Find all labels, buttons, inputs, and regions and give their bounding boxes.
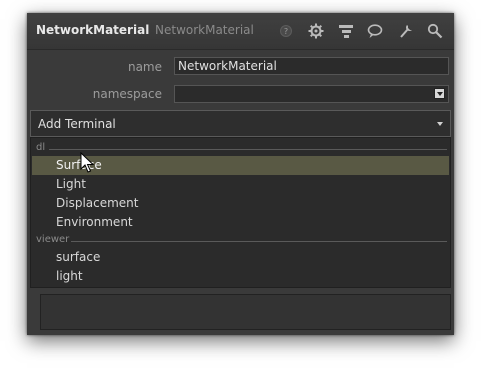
hierarchy-icon[interactable] [337,22,355,40]
menu-item-light[interactable]: Light [32,175,449,194]
node-type-label: NetworkMaterial [155,23,254,37]
name-field-value: NetworkMaterial [178,59,277,73]
search-icon[interactable] [426,22,444,40]
menu-item-surface[interactable]: Surface [32,156,449,175]
gear-icon[interactable] [307,22,325,40]
add-terminal-dropdown[interactable]: Add Terminal [30,110,451,137]
name-field[interactable]: NetworkMaterial [174,57,449,75]
menu-item-environment[interactable]: Environment [32,213,449,232]
node-title: NetworkMaterial [36,23,150,37]
menu-item-viewer-light[interactable]: light [32,267,449,286]
menu-separator [71,241,447,242]
wrench-icon[interactable] [397,22,415,40]
namespace-label: namespace [92,87,162,101]
name-label: name [127,60,162,74]
attribute-editor-window: NetworkMaterial NetworkMaterial ? name N… [27,13,454,335]
menu-section-viewer: viewer [36,234,70,245]
help-icon[interactable]: ? [277,22,295,40]
title-bar: NetworkMaterial NetworkMaterial ? [27,13,454,50]
namespace-dropdown[interactable] [174,85,449,103]
menu-separator [49,149,447,150]
notes-pane [40,294,451,330]
add-terminal-label: Add Terminal [38,117,116,131]
comment-icon[interactable] [366,22,384,40]
menu-section-dl: dl [36,142,46,153]
menu-item-displacement[interactable]: Displacement [32,194,449,213]
mouse-cursor-icon [80,152,94,173]
namespace-dropdown-arrow-icon[interactable] [434,88,445,99]
svg-text:?: ? [284,27,288,36]
chevron-down-icon [437,122,443,126]
menu-item-viewer-surface[interactable]: surface [32,248,449,267]
